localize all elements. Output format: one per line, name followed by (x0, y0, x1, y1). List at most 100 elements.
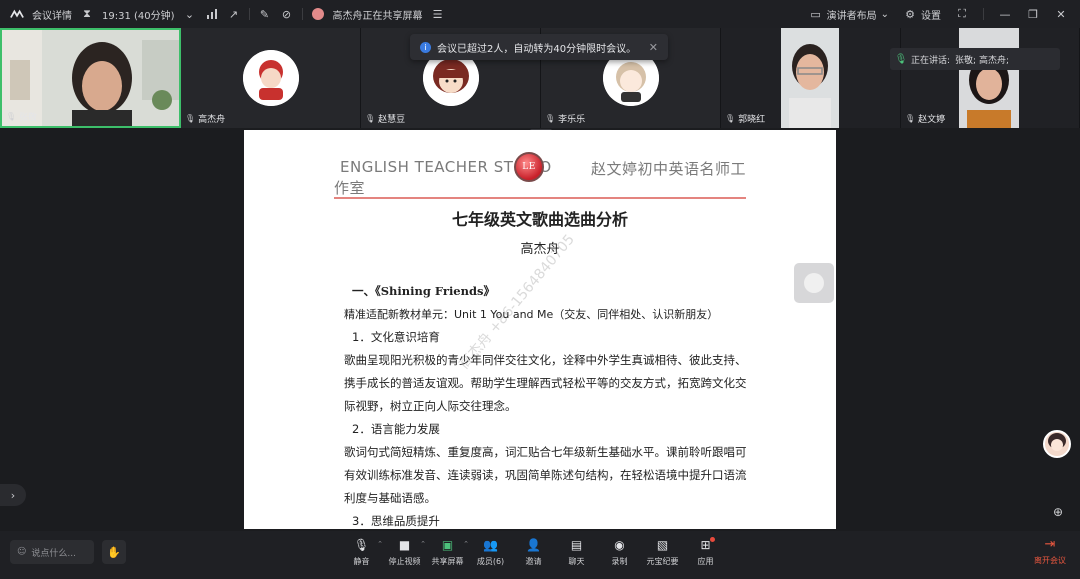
letterhead-chinese-continued: 作室 (334, 179, 366, 197)
divider (983, 8, 984, 20)
studio-logo: LE (514, 152, 544, 182)
letterhead-divider (334, 197, 746, 199)
info-icon: i (420, 41, 431, 53)
restore-icon[interactable]: ❐ (1026, 7, 1040, 21)
participant-tile[interactable]: 🎙 张敬 (0, 28, 181, 128)
participant-name: 🎙 高杰舟 (185, 114, 226, 125)
paragraph: 歌曲呈现阳光积极的青少年同伴交往文化，诠释中外学生真诚相待、彼此支持、携手成长的… (344, 353, 747, 413)
layout-icon: ▭ (810, 7, 821, 21)
hourglass-icon: ⧗ (83, 7, 91, 20)
share-screen-icon: ▣ (441, 538, 454, 552)
chat-input[interactable]: ☺ 说点什么... (10, 540, 94, 564)
participant-tile[interactable]: 🎙 郭晓红 (721, 28, 901, 128)
share-link-icon[interactable]: ↗ (227, 7, 241, 21)
letterhead-chinese: 赵文婷初中英语名师工 (590, 160, 746, 178)
gear-icon: ⚙ (905, 7, 915, 21)
subheading: 3．思维品质提升 (352, 514, 440, 528)
chat-label: 聊天 (568, 557, 585, 566)
chevron-down-icon: ⌄ (880, 8, 889, 20)
minutes-button[interactable]: ▧ 元宝纪要 (641, 537, 684, 567)
subheading: 2．语言能力发展 (352, 422, 440, 436)
invite-icon: 👤 (526, 538, 541, 552)
subheading: 1．文化意识培育 (352, 330, 440, 344)
leave-meeting-button[interactable]: ⇥ 离开会议 (1030, 537, 1070, 566)
invite-label: 邀请 (525, 557, 542, 566)
divider (248, 8, 250, 20)
share-screen-label: 共享屏幕 (431, 557, 464, 566)
stop-video-button[interactable]: ■ 停止视频 ⌃ (383, 537, 427, 567)
divider (301, 8, 303, 20)
microphone-muted-icon: 🎙 (365, 114, 376, 123)
layout-label: 演讲者布局 (826, 10, 877, 22)
members-button[interactable]: 👥 成员(6) (469, 537, 512, 567)
record-label: 录制 (611, 557, 628, 566)
microphone-active-icon: 🎙 (894, 53, 908, 65)
leave-label: 离开会议 (1034, 556, 1066, 565)
members-label: 成员(6) (476, 557, 505, 566)
video-camera-icon: ■ (398, 538, 411, 552)
section-heading: 一、《Shining Friends》 (352, 284, 496, 298)
participant-name: 🎙 郭晓红 (725, 114, 766, 125)
mute-button[interactable]: 🎙 静音 ⌃ (340, 537, 384, 567)
record-icon: ◉ (614, 538, 625, 552)
speaking-indicator: 🎙 正在讲话: 张敬; 高杰舟; (890, 48, 1060, 70)
chat-icon: ▤ (570, 538, 583, 552)
bottom-toolbar: ☺ 说点什么... ✋ 🎙 静音 ⌃ ■ 停止视频 ⌃ ▣ 共享屏幕 ⌃ 👥 成… (0, 531, 1080, 579)
chevron-down-icon[interactable]: ⌄ (183, 7, 197, 21)
hand-icon: ✋ (107, 545, 121, 559)
hide-icon[interactable]: ⊘ (280, 7, 294, 21)
doc-body: 一、《Shining Friends》 精准适配新教材单元：Unit 1 You… (344, 280, 748, 529)
time-limit-notice: i 会议已超过2人，自动转为40分钟限时会议。 ✕ (410, 34, 668, 60)
record-button[interactable]: ◉ 录制 (598, 537, 641, 567)
zoom-icon[interactable]: ⊕ (1048, 502, 1068, 522)
microphone-icon: 🎙 (6, 112, 17, 121)
exit-icon: ⇥ (1044, 537, 1056, 552)
apps-label: 应用 (697, 557, 714, 566)
participant-name: 🎙 赵慧豆 (365, 114, 406, 125)
signal-icon[interactable] (205, 7, 219, 21)
menu-icon[interactable]: ☰ (431, 7, 445, 21)
microphone-icon: 🎙 (185, 114, 196, 123)
sharing-status: 高杰舟正在共享屏幕 (332, 10, 423, 22)
settings-label: 设置 (921, 10, 941, 22)
sharer-avatar (311, 7, 325, 21)
notice-text: 会议已超过2人，自动转为40分钟限时会议。 (437, 43, 637, 55)
annotation-icon[interactable]: ✎ (258, 7, 272, 21)
floating-assistant-button[interactable] (794, 263, 834, 303)
meeting-time[interactable]: 19:31 (40分钟) (102, 7, 175, 22)
close-icon[interactable]: ✕ (649, 41, 658, 54)
app-logo-icon (10, 7, 24, 21)
chat-button[interactable]: ▤ 聊天 (555, 537, 598, 567)
participant-tile[interactable]: 🎙 高杰舟 (181, 28, 361, 128)
minimize-icon[interactable]: — (998, 7, 1012, 21)
participant-tile[interactable]: 🎙 赵文婷 (901, 28, 1080, 128)
participant-name: 🎙 张敬 (6, 112, 38, 123)
fullscreen-icon[interactable]: ⛶ (955, 7, 969, 21)
stop-video-label: 停止视频 (388, 557, 421, 566)
microphone-muted-icon: 🎙 (545, 114, 556, 123)
expand-panel-icon[interactable]: › (0, 484, 26, 506)
apps-button[interactable]: ⊞ 应用 (684, 537, 727, 567)
meeting-details-link[interactable]: 会议详情 (32, 7, 72, 22)
paragraph: 精准适配新教材单元：Unit 1 You and Me（交友、同伴相处、认识新朋… (344, 308, 719, 321)
notification-dot (710, 537, 715, 542)
meeting-controls: 🎙 静音 ⌃ ■ 停止视频 ⌃ ▣ 共享屏幕 ⌃ 👥 成员(6) 👤 邀请 ▤ … (340, 537, 727, 567)
shared-screen: ENGLISH TEACHER ST O LE 赵文婷初中英语名师工 作室 七年级… (244, 130, 836, 529)
members-icon: 👥 (483, 538, 498, 552)
close-icon[interactable]: ✕ (1054, 7, 1068, 21)
smiley-icon: ☺ (17, 547, 27, 557)
speaking-label: 正在讲话: (911, 55, 951, 66)
assistant-icon (804, 273, 824, 293)
speaking-names: 张敬; 高杰舟; (955, 55, 1009, 66)
layout-button[interactable]: ▭ 演讲者布局 ⌄ (809, 7, 889, 22)
participant-name: 🎙 赵文婷 (905, 114, 946, 125)
avatar (242, 50, 299, 106)
share-screen-button[interactable]: ▣ 共享屏幕 ⌃ (426, 537, 470, 567)
invite-button[interactable]: 👤 邀请 (512, 537, 555, 567)
raise-hand-button[interactable]: ✋ (102, 540, 126, 564)
assistant-avatar[interactable] (1043, 430, 1071, 458)
microphone-muted-icon: 🎙 (725, 114, 736, 123)
participant-video (781, 28, 839, 128)
settings-button[interactable]: ⚙ 设置 (903, 7, 941, 22)
participant-video (959, 28, 1019, 128)
